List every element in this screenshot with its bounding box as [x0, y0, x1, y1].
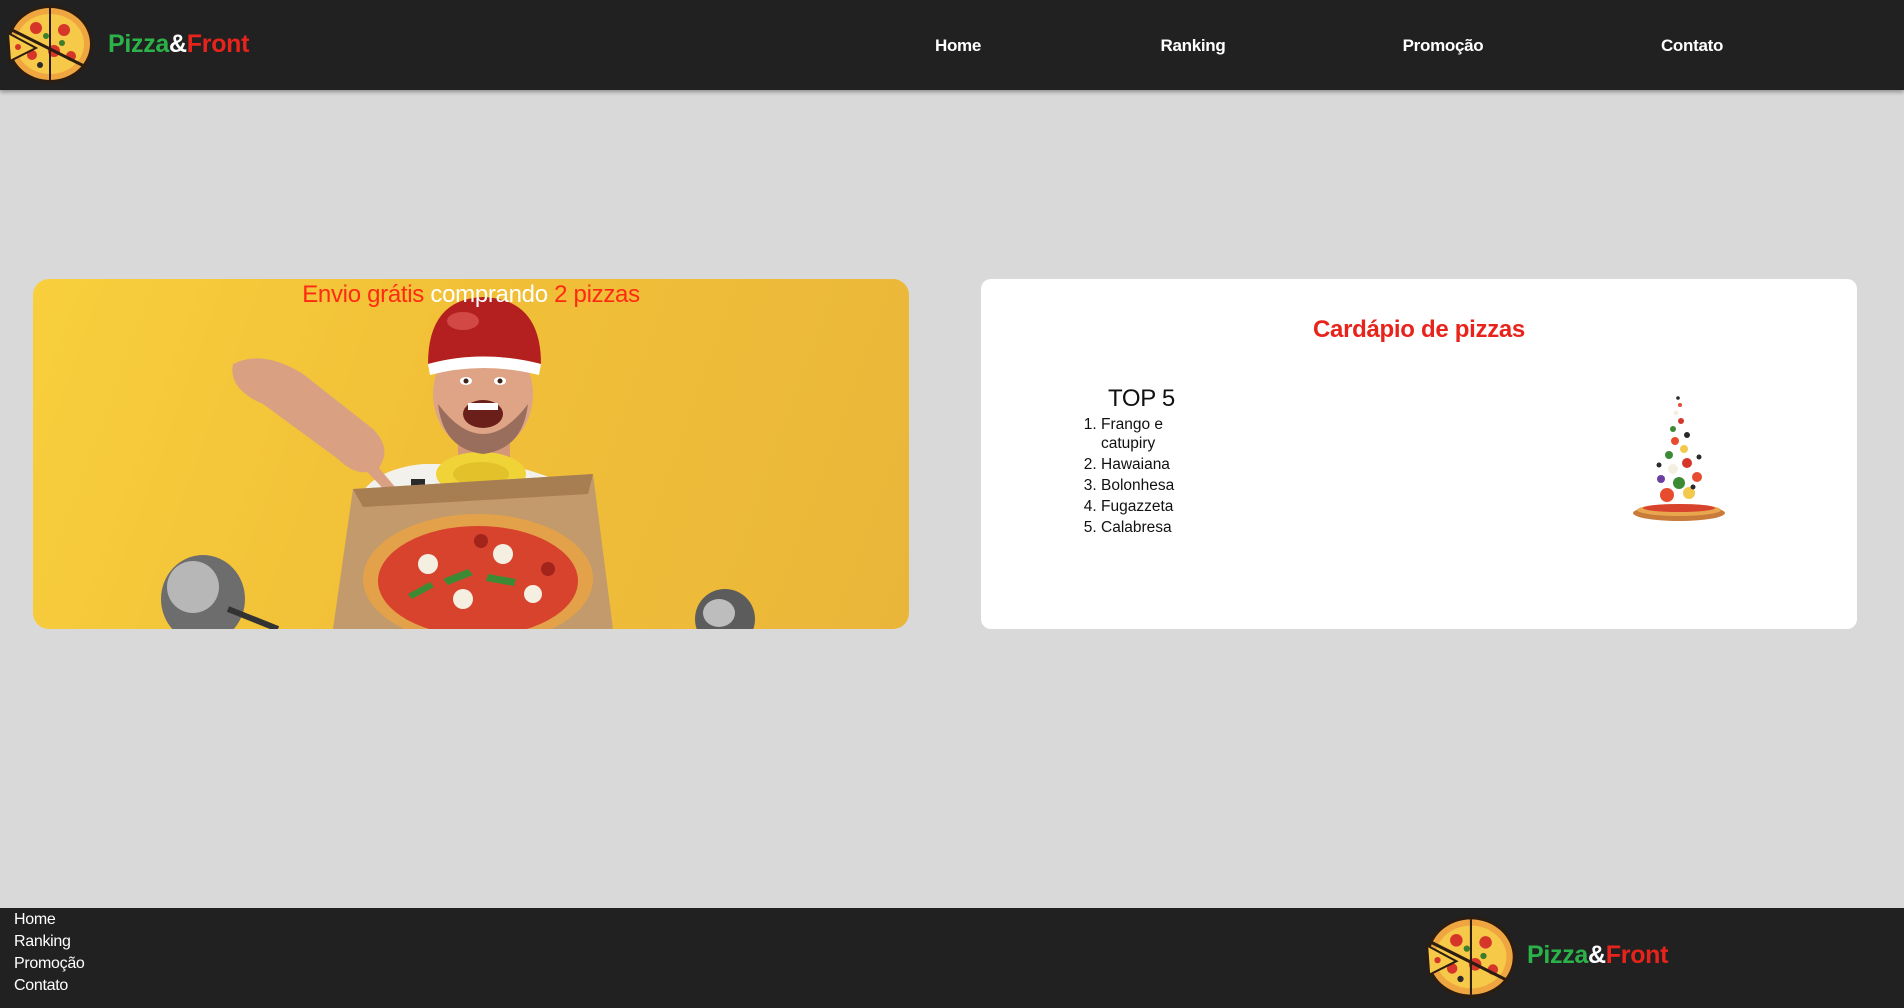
pizza-logo-icon [1425, 914, 1516, 998]
promo-title-free-shipping: Envio grátis [302, 281, 424, 308]
top5-item-frango-e-catupiry: Frango e catupiry [1101, 415, 1181, 453]
menu-title: Cardápio de pizzas [1313, 316, 1525, 343]
nav-contato[interactable]: Contato [1661, 36, 1723, 56]
pizza-ingredients-tower-image [1633, 396, 1725, 521]
footer-link-contato[interactable]: Contato [14, 975, 85, 997]
top5-title: TOP 5 [1108, 385, 1175, 412]
brand-ampersand: & [1588, 940, 1606, 969]
top5-list: TOP 5 Frango e catupiry Hawaiana Bolonhe… [1081, 385, 1281, 539]
top5-item-hawaiana: Hawaiana [1101, 455, 1181, 474]
top5-item-bolonhesa: Bolonhesa [1101, 476, 1181, 495]
promo-card[interactable]: Envio grátis comprando 2 pizzas [33, 279, 909, 629]
delivery-man-with-pizza-image [161, 297, 755, 629]
site-footer: Home Ranking Promoção Contato Pizza&Fron… [0, 908, 1904, 1008]
promo-title-buying: comprando [430, 281, 548, 308]
footer-link-home[interactable]: Home [14, 909, 85, 931]
nav-promocao[interactable]: Promoção [1403, 36, 1484, 56]
promo-title: Envio grátis comprando 2 pizzas [33, 281, 909, 309]
top5-item-fugazzeta: Fugazzeta [1101, 497, 1181, 516]
top5-ranking: Frango e catupiry Hawaiana Bolonhesa Fug… [1081, 415, 1181, 537]
top5-item-calabresa: Calabresa [1101, 518, 1181, 537]
footer-brand[interactable]: Pizza&Front [1425, 910, 1668, 1000]
nav-ranking[interactable]: Ranking [1161, 36, 1226, 56]
nav-home[interactable]: Home [935, 36, 981, 56]
site-header: Pizza&Front Home Ranking Promoção Contat… [0, 0, 1904, 90]
main-nav: Home Ranking Promoção Contato [0, 0, 1904, 90]
brand-part-front: Front [1605, 940, 1669, 969]
footer-link-ranking[interactable]: Ranking [14, 931, 85, 953]
promo-title-two-pizzas: 2 pizzas [554, 281, 640, 308]
brand-part-pizza: Pizza [1527, 940, 1589, 969]
footer-nav: Home Ranking Promoção Contato [14, 909, 85, 997]
footer-link-promocao[interactable]: Promoção [14, 953, 85, 975]
brand-name: Pizza&Front [1527, 941, 1668, 970]
menu-card: Cardápio de pizzas TOP 5 Frango e catupi… [981, 279, 1857, 629]
